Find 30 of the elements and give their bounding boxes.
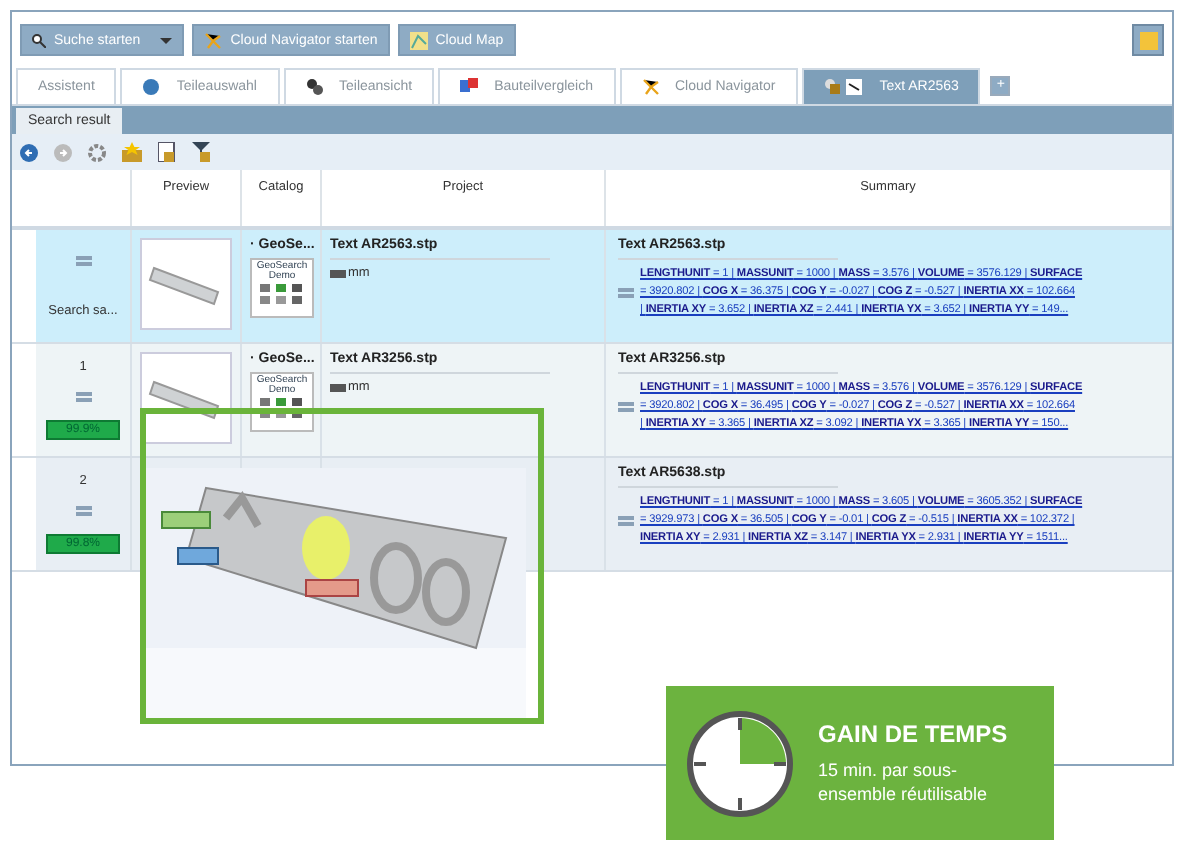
network-icon: [204, 31, 223, 49]
forward-icon[interactable]: [54, 143, 72, 161]
menu-icon[interactable]: [618, 516, 634, 526]
document-icon[interactable]: [158, 142, 176, 162]
banner-title: GAIN DE TEMPS: [818, 720, 1010, 748]
map-icon: [409, 31, 428, 49]
ruler-icon: [330, 269, 346, 277]
result-row[interactable]: [12, 344, 1172, 458]
filter-icon[interactable]: [192, 142, 210, 162]
menu-icon[interactable]: [618, 288, 634, 298]
result-row[interactable]: [12, 230, 1172, 344]
clock-icon: [686, 709, 794, 817]
part-thumbnail: [140, 352, 232, 444]
banner-text: 15 min. par sous-ensemble réutilisable: [818, 758, 990, 806]
gear-icon[interactable]: [88, 143, 106, 161]
globe-icon: [142, 78, 161, 96]
star-folder-icon[interactable]: [122, 142, 142, 162]
back-icon[interactable]: [20, 143, 38, 161]
caret-icon[interactable]: [160, 37, 173, 43]
part-icon: [823, 78, 864, 96]
menu-icon[interactable]: [75, 505, 91, 516]
network-icon: [641, 78, 659, 96]
menu-icon[interactable]: [75, 391, 91, 402]
gears-icon: [305, 78, 323, 96]
ruler-icon: [330, 383, 346, 391]
menu-icon[interactable]: [75, 255, 91, 265]
search-icon: [32, 33, 46, 47]
menu-icon[interactable]: [618, 402, 634, 412]
blocks-icon: [460, 78, 479, 96]
part-thumbnail: [140, 238, 232, 330]
